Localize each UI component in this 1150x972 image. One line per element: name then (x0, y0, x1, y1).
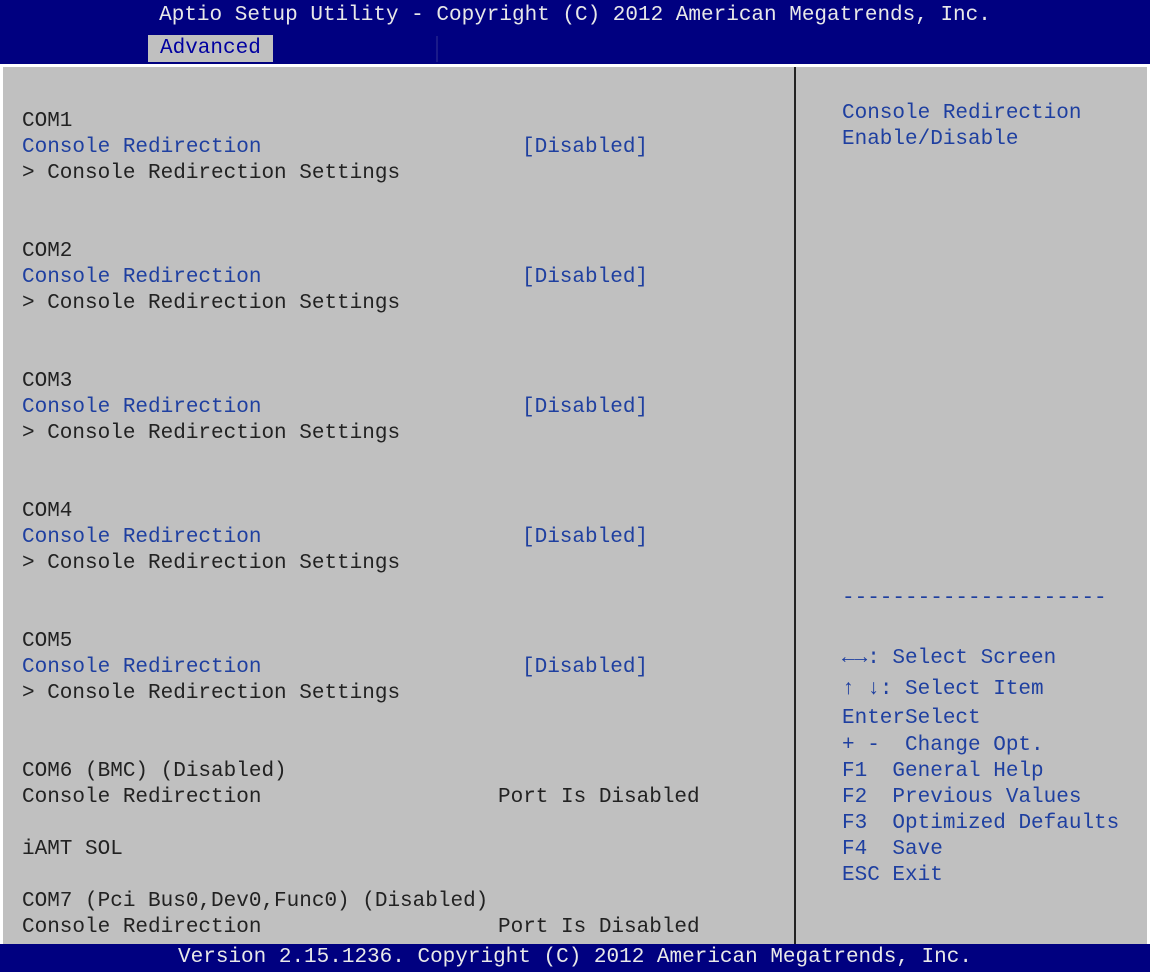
com5-heading: COM5 (22, 630, 73, 653)
com4-heading: COM4 (22, 500, 73, 523)
key-legend-select-item: ↑ ↓: Select Item (842, 677, 1044, 703)
panel-divider (794, 67, 796, 944)
key-f2: F2 (842, 786, 868, 809)
key-action-label: Select (905, 707, 981, 730)
com5-console-redirection-settings[interactable]: > Console Redirection Settings (22, 681, 400, 707)
key-enter: Enter (842, 707, 906, 730)
com4-console-redirection-value[interactable]: [Disabled] (522, 525, 648, 551)
key-action-label: Change Opt. (879, 734, 1044, 757)
com7-console-redirection-value: Port Is Disabled (498, 916, 700, 939)
key-f1: F1 (842, 760, 868, 783)
com3-console-redirection-settings[interactable]: > Console Redirection Settings (22, 421, 400, 447)
key-legend-change-opt: + - Change Opt. (842, 733, 1044, 759)
com1-console-redirection[interactable]: Console Redirection (22, 135, 261, 161)
com6-heading: COM6 (BMC) (Disabled) (22, 760, 287, 783)
com2-console-redirection[interactable]: Console Redirection (22, 265, 261, 291)
key-f4: F4 (842, 838, 868, 861)
com3-console-redirection-value[interactable]: [Disabled] (522, 395, 648, 421)
com1-console-redirection-settings[interactable]: > Console Redirection Settings (22, 161, 400, 187)
key-legend-enter: EnterSelect (842, 706, 981, 732)
com7-console-redirection: Console Redirection (22, 916, 262, 939)
tab-advanced[interactable]: Advanced (148, 35, 273, 62)
key-legend-esc: ESC Exit (842, 863, 943, 889)
frame-left-border (0, 64, 3, 944)
key-action-label: Previous Values (867, 786, 1082, 809)
com1-console-redirection-value[interactable]: [Disabled] (522, 135, 648, 161)
com2-console-redirection-settings[interactable]: > Console Redirection Settings (22, 291, 400, 317)
key-action-label: Save (867, 838, 943, 861)
key-action-label: : Select Screen (867, 647, 1057, 670)
frame-top-border (0, 64, 1150, 67)
version-footer: Version 2.15.1236. Copyright (C) 2012 Am… (0, 944, 1150, 972)
key-legend-f1: F1 General Help (842, 759, 1044, 785)
key-legend-f3: F3 Optimized Defaults (842, 811, 1119, 837)
window-title: Aptio Setup Utility - Copyright (C) 2012… (159, 4, 991, 27)
help-text-line2: Enable/Disable (842, 128, 1019, 151)
com5-console-redirection-value[interactable]: [Disabled] (522, 655, 648, 681)
key-f3: F3 (842, 812, 868, 835)
key-legend-f4: F4 Save (842, 837, 943, 863)
key-action-label: General Help (867, 760, 1044, 783)
key-plus-minus: + - (842, 734, 880, 757)
key-action-label: Optimized Defaults (867, 812, 1120, 835)
key-action-label: : Select Item (879, 678, 1044, 701)
key-esc: ESC (842, 864, 880, 887)
com7-heading: COM7 (Pci Bus0,Dev0,Func0) (Disabled) (22, 890, 489, 913)
com4-console-redirection-settings[interactable]: > Console Redirection Settings (22, 551, 400, 577)
com3-heading: COM3 (22, 370, 73, 393)
key-legend-f2: F2 Previous Values (842, 785, 1081, 811)
com6-console-redirection-value: Port Is Disabled (498, 786, 700, 809)
help-text-line1: Console Redirection (842, 102, 1082, 125)
key-action-label: Exit (879, 864, 943, 887)
key-arrows-vertical: ↑ ↓ (842, 678, 880, 701)
com2-console-redirection-value[interactable]: [Disabled] (522, 265, 648, 291)
help-separator: --------------------- (842, 587, 1107, 610)
tab-separator (436, 36, 438, 62)
title-bar: Aptio Setup Utility - Copyright (C) 2012… (0, 0, 1150, 64)
com6-console-redirection: Console Redirection (22, 786, 262, 809)
key-legend-select-screen: ←→: Select Screen (842, 646, 1056, 672)
com5-console-redirection[interactable]: Console Redirection (22, 655, 261, 681)
key-arrows-horizontal: ←→ (842, 647, 868, 670)
iamt-sol-heading: iAMT SOL (22, 838, 123, 861)
com4-console-redirection[interactable]: Console Redirection (22, 525, 261, 551)
com3-console-redirection[interactable]: Console Redirection (22, 395, 261, 421)
com1-heading: COM1 (22, 110, 73, 133)
com2-heading: COM2 (22, 240, 73, 263)
